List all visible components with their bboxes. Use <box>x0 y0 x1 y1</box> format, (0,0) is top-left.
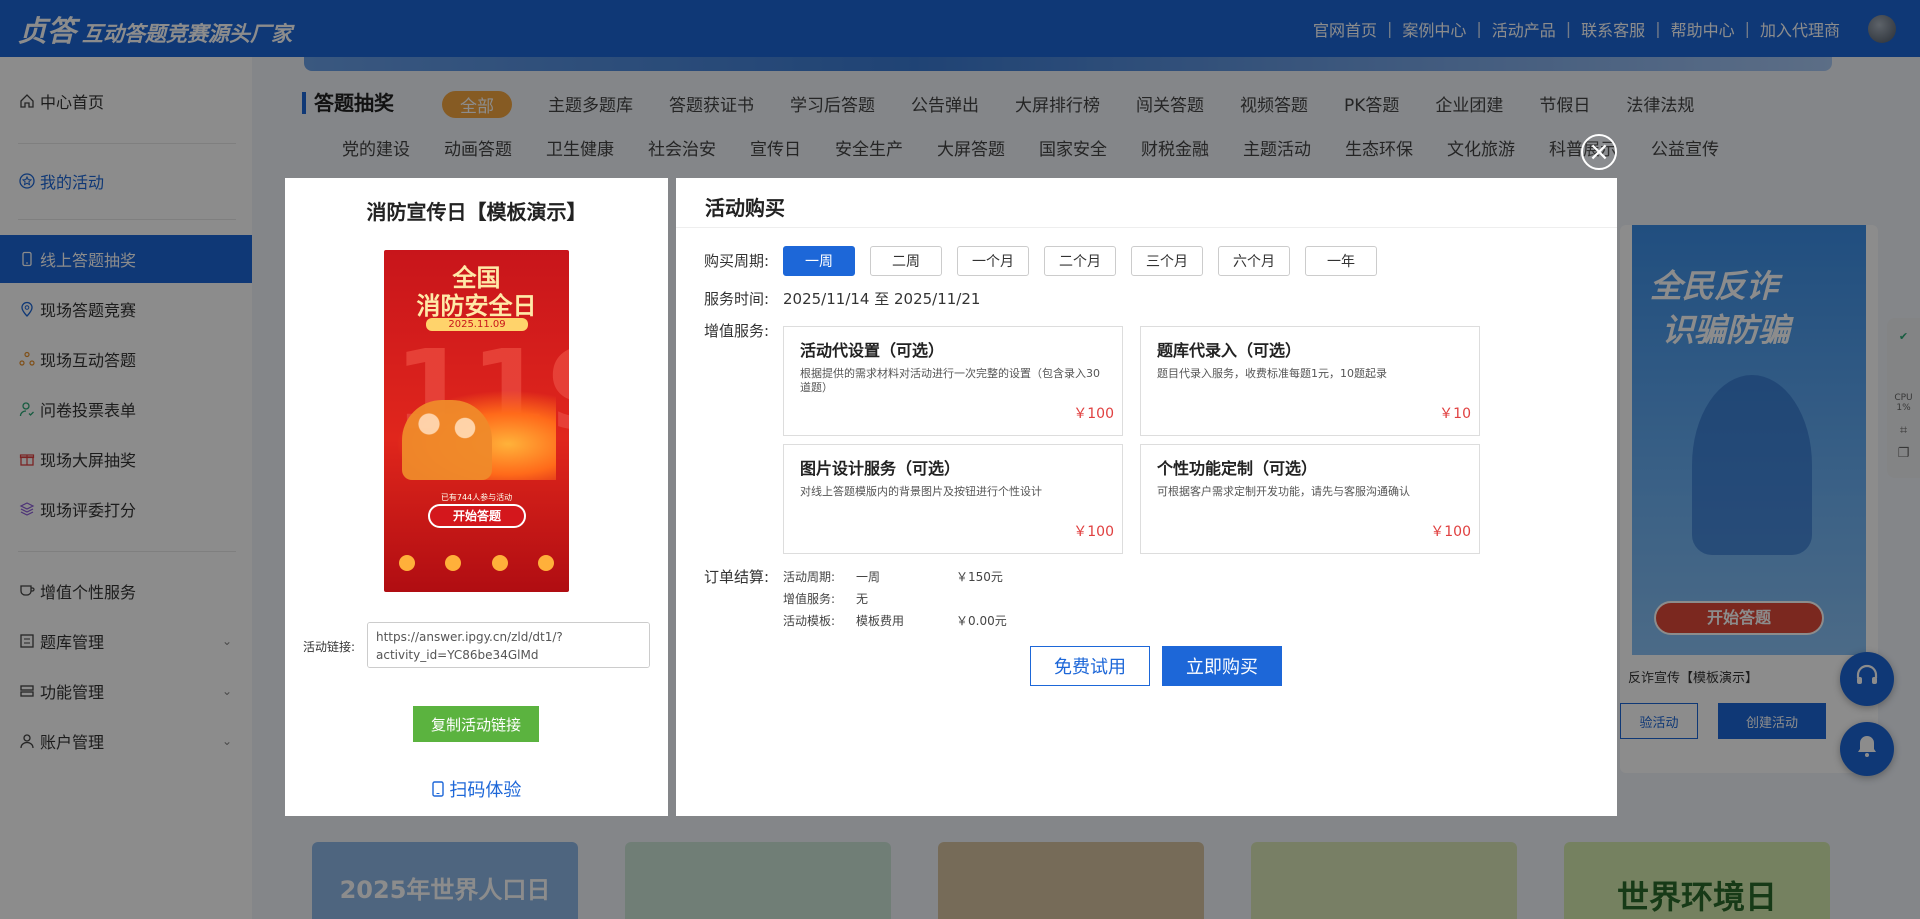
template-poster-image: 119 全国 消防安全日 2025.11.09 已有744人参与活动 开始答题 <box>384 250 569 592</box>
poster-bottom-icons <box>384 555 569 571</box>
scan-experience-link[interactable]: 扫码体验 <box>285 776 668 802</box>
period-option-1m[interactable]: 一个月 <box>957 246 1029 276</box>
service-card-custom-feature[interactable]: 个性功能定制（可选） 可根据客户需求定制开发功能，请先与客服沟通确认 ￥100 <box>1140 444 1480 554</box>
service-desc: 对线上答题模版内的背景图片及按钮进行个性设计 <box>800 485 1042 498</box>
period-option-1y[interactable]: 一年 <box>1305 246 1377 276</box>
service-title: 题库代录入（可选） <box>1157 341 1302 360</box>
copy-link-button[interactable]: 复制活动链接 <box>413 706 539 742</box>
order-price: ￥150元 <box>956 570 1003 584</box>
poster-line2: 消防安全日 <box>416 291 537 320</box>
order-label: 订单结算: <box>704 568 770 586</box>
period-option-6m[interactable]: 六个月 <box>1218 246 1290 276</box>
service-price: ￥10 <box>1439 406 1471 422</box>
service-desc: 可根据客户需求定制开发功能，请先与客服沟通确认 <box>1157 485 1410 498</box>
purchase-title: 活动购买 <box>705 196 785 220</box>
phone-icon <box>431 780 444 801</box>
service-desc: 根据提供的需求材料对活动进行一次完整的设置（包含录入30道题） <box>800 367 1100 394</box>
service-price: ￥100 <box>1073 524 1114 540</box>
service-card-setup[interactable]: 活动代设置（可选） 根据提供的需求材料对活动进行一次完整的设置（包含录入30道题… <box>783 326 1123 436</box>
order-key: 增值服务: <box>783 592 836 606</box>
service-title: 图片设计服务（可选） <box>800 459 961 478</box>
service-desc: 题目代录入服务，收费标准每题1元，10题起录 <box>1157 367 1387 380</box>
poster-start-button: 开始答题 <box>428 504 526 528</box>
period-option-2w[interactable]: 二周 <box>870 246 942 276</box>
close-icon[interactable]: × <box>1581 134 1617 170</box>
prize-icon <box>491 555 508 571</box>
period-label: 购买周期: <box>704 252 770 270</box>
service-price: ￥100 <box>1430 524 1471 540</box>
activity-link-field[interactable]: https://answer.ipgy.cn/zld/dt1/?activity… <box>367 622 650 668</box>
order-value: 模板费用 <box>856 614 905 628</box>
activity-link-label: 活动链接: <box>303 640 356 654</box>
template-preview-panel: 消防宣传日【模板演示】 119 全国 消防安全日 2025.11.09 已有74… <box>285 178 668 816</box>
service-card-question-entry[interactable]: 题库代录入（可选） 题目代录入服务，收费标准每题1元，10题起录 ￥10 <box>1140 326 1480 436</box>
service-time-label: 服务时间: <box>704 290 770 308</box>
winner-icon <box>537 555 554 571</box>
rank-icon <box>445 555 462 571</box>
order-price: ￥0.00元 <box>956 614 1007 628</box>
scan-label: 扫码体验 <box>449 780 522 801</box>
period-option-1w[interactable]: 一周 <box>783 246 855 276</box>
order-key: 活动周期: <box>783 570 836 584</box>
service-price: ￥100 <box>1073 406 1114 422</box>
service-title: 个性功能定制（可选） <box>1157 459 1318 478</box>
purchase-panel: 活动购买 购买周期: 一周 二周 一个月 二个月 三个月 六个月 一年 服务时间… <box>676 178 1617 816</box>
buy-now-button[interactable]: 立即购买 <box>1162 646 1282 686</box>
service-time-value: 2025/11/14 至 2025/11/21 <box>783 290 981 308</box>
record-icon <box>399 555 416 571</box>
title-divider <box>676 227 1617 228</box>
service-card-image-design[interactable]: 图片设计服务（可选） 对线上答题模版内的背景图片及按钮进行个性设计 ￥100 <box>783 444 1123 554</box>
order-key: 活动模板: <box>783 614 836 628</box>
template-title: 消防宣传日【模板演示】 <box>366 200 587 224</box>
poster-firefighters <box>402 400 492 480</box>
order-value: 无 <box>856 592 869 606</box>
period-option-2m[interactable]: 二个月 <box>1044 246 1116 276</box>
service-title: 活动代设置（可选） <box>800 341 945 360</box>
free-trial-button[interactable]: 免费试用 <box>1030 646 1150 686</box>
poster-date: 2025.11.09 <box>426 318 528 331</box>
order-value: 一周 <box>856 570 881 584</box>
addon-label: 增值服务: <box>704 322 770 340</box>
period-option-3m[interactable]: 三个月 <box>1131 246 1203 276</box>
poster-count: 已有744人参与活动 <box>440 493 513 502</box>
